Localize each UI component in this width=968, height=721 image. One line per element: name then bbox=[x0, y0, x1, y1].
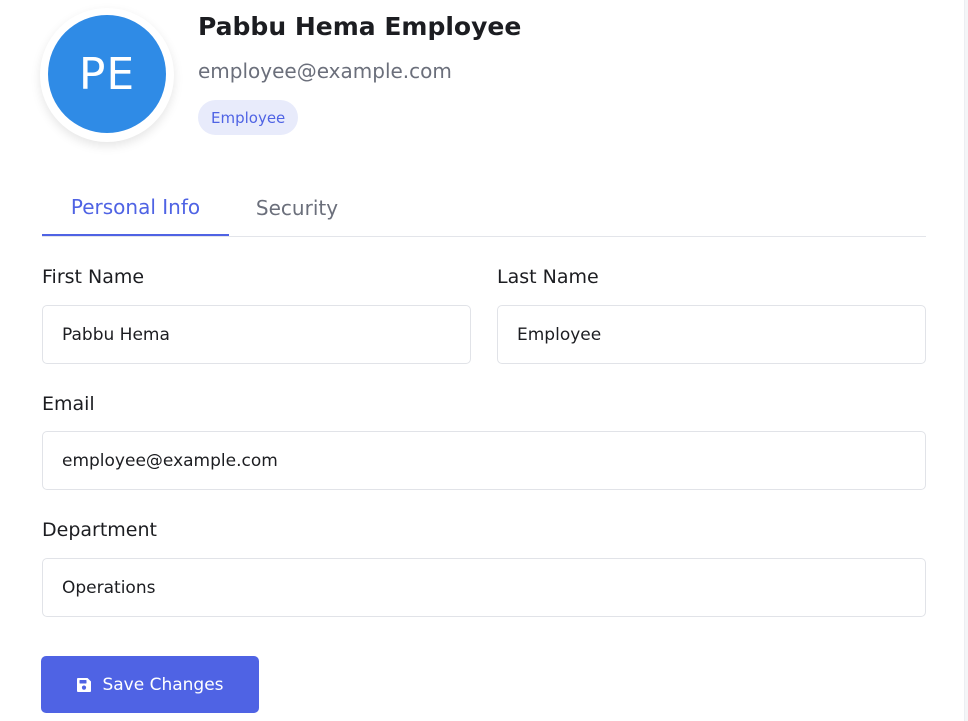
profile-name: Pabbu Hema Employee bbox=[198, 12, 522, 41]
first-name-label: First Name bbox=[42, 266, 145, 288]
profile-card: PE Pabbu Hema Employee employee@example.… bbox=[0, 0, 965, 721]
profile-email: employee@example.com bbox=[198, 59, 452, 83]
floppy-disk-icon bbox=[76, 677, 92, 693]
role-badge: Employee bbox=[198, 100, 299, 135]
last-name-input[interactable] bbox=[497, 305, 926, 364]
role-badge-label: Employee bbox=[211, 108, 286, 127]
tab-personal-info[interactable]: Personal Info bbox=[42, 180, 229, 236]
email-label: Email bbox=[42, 393, 95, 415]
avatar-initials: PE bbox=[78, 48, 136, 100]
first-name-input[interactable] bbox=[42, 305, 471, 364]
last-name-label: Last Name bbox=[497, 266, 599, 288]
avatar-ring: PE bbox=[40, 8, 174, 142]
save-button-label: Save Changes bbox=[102, 674, 224, 695]
department-label: Department bbox=[42, 519, 157, 541]
email-input[interactable] bbox=[42, 431, 926, 490]
department-input[interactable] bbox=[42, 558, 926, 617]
tab-security[interactable]: Security bbox=[229, 180, 365, 235]
save-changes-button[interactable]: Save Changes bbox=[41, 656, 259, 713]
avatar: PE bbox=[48, 15, 166, 133]
profile-tabs: Personal Info Security bbox=[42, 180, 926, 237]
